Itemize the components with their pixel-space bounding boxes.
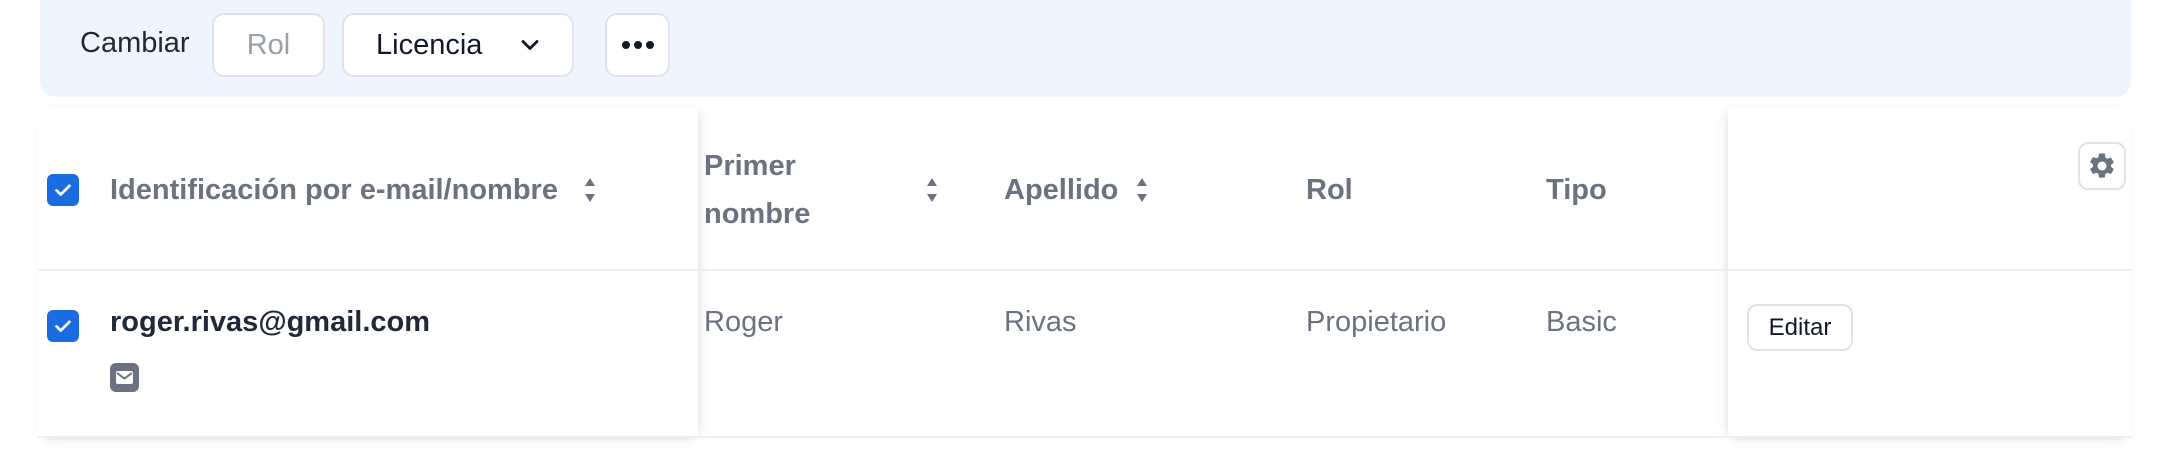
row-select-checkbox[interactable]	[47, 310, 79, 342]
header-email-name[interactable]: Identificación por e-mail/nombre	[110, 166, 558, 214]
change-label: Cambiar	[80, 27, 190, 59]
license-dropdown-button[interactable]: Licencia	[342, 13, 574, 77]
sort-icon[interactable]	[582, 175, 598, 205]
checkmark-icon	[55, 184, 71, 196]
users-table: Identificación por e-mail/nombre Primer …	[38, 108, 2131, 438]
column-settings-button[interactable]	[2078, 142, 2126, 190]
cell-last-name: Rivas	[1004, 306, 1077, 338]
chevron-down-icon	[521, 40, 539, 50]
sort-icon[interactable]	[924, 175, 940, 205]
role-button[interactable]: Rol	[212, 13, 325, 77]
row-divider	[38, 436, 2131, 438]
mail-icon	[110, 363, 139, 392]
checkmark-icon	[55, 320, 71, 332]
header-role: Rol	[1306, 174, 1353, 206]
cell-type: Basic	[1546, 306, 1617, 338]
user-email[interactable]: roger.rivas@gmail.com	[110, 306, 430, 339]
row-divider	[38, 269, 2131, 271]
select-all-checkbox[interactable]	[47, 174, 79, 206]
cell-first-name: Roger	[704, 306, 783, 338]
license-button-label: Licencia	[376, 28, 483, 61]
more-horizontal-icon	[621, 41, 654, 49]
cell-role: Propietario	[1306, 306, 1447, 338]
sort-icon[interactable]	[1134, 175, 1150, 205]
header-last-name[interactable]: Apellido	[1004, 166, 1118, 214]
edit-button[interactable]: Editar	[1747, 304, 1853, 351]
more-actions-button[interactable]	[605, 13, 670, 77]
frozen-right-column	[1728, 108, 2131, 438]
header-first-name-line2[interactable]: nombre	[704, 190, 810, 238]
gear-icon	[2090, 153, 2114, 178]
bulk-action-toolbar: Cambiar Rol Licencia	[40, 0, 2131, 97]
header-type: Tipo	[1546, 174, 1607, 206]
header-first-name-line1[interactable]: Primer	[704, 142, 796, 190]
